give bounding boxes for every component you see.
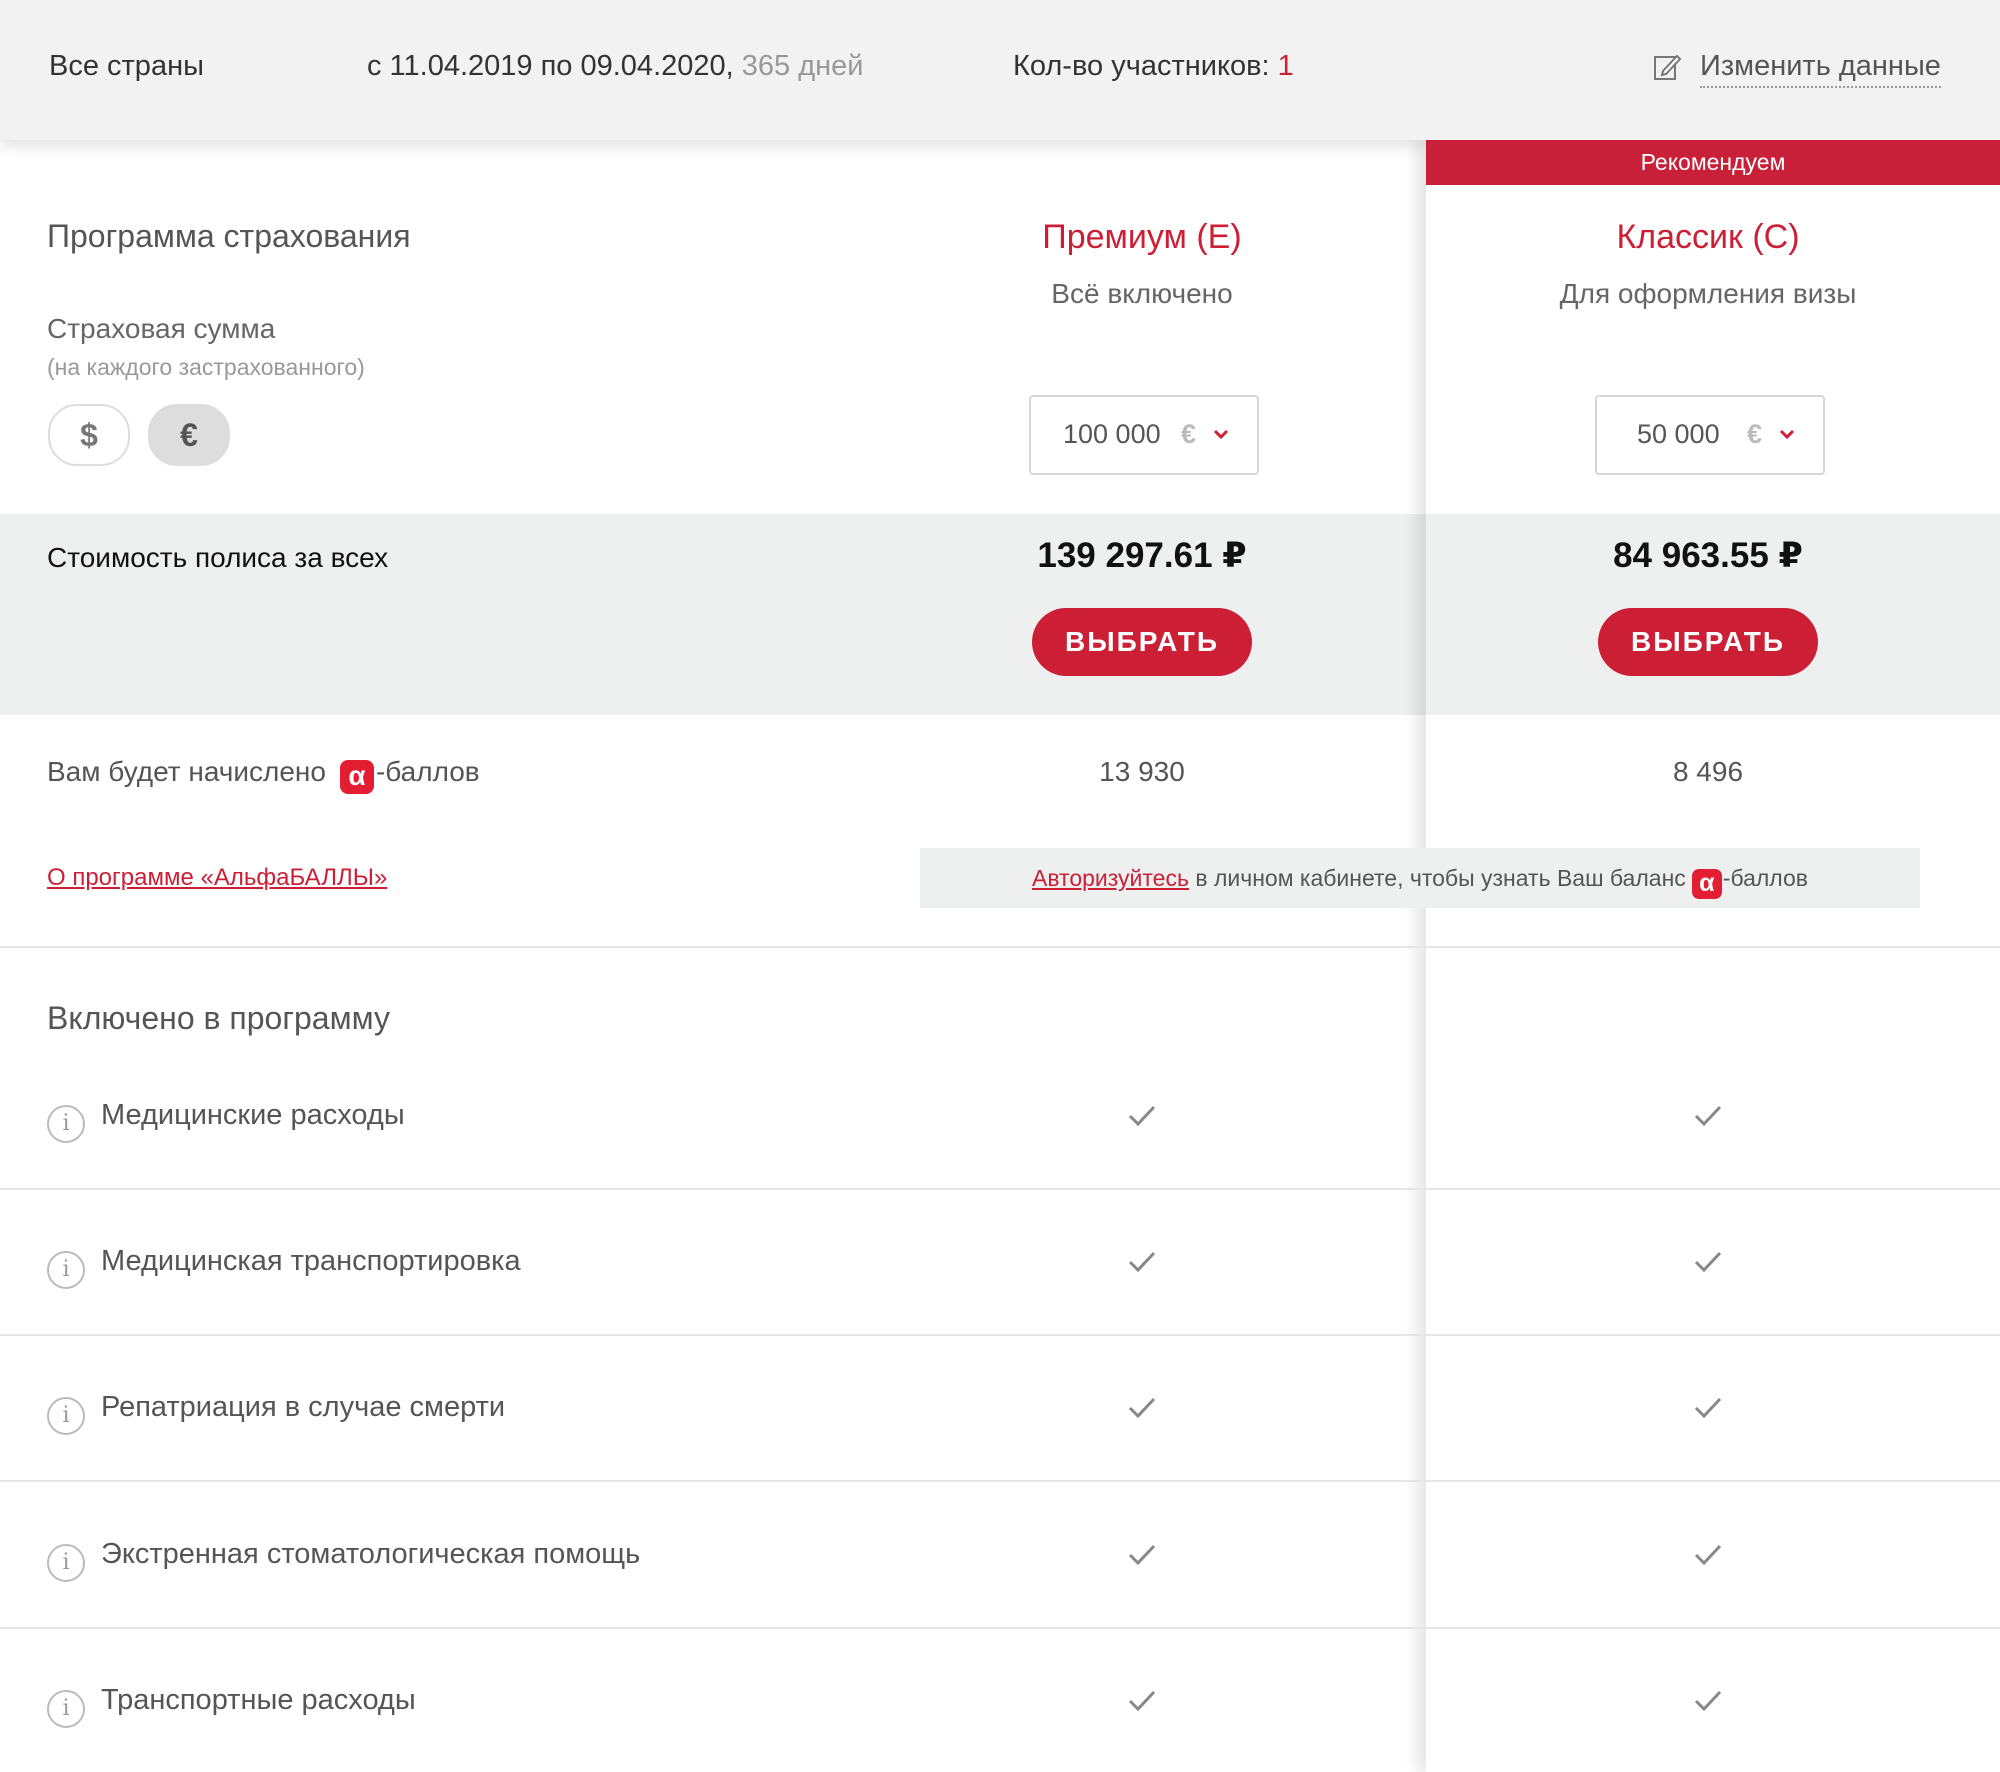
feature-row: i Медицинские расходы (47, 1099, 405, 1143)
info-icon[interactable]: i (47, 1251, 85, 1289)
divider (0, 946, 2000, 948)
included-title: Включено в программу (47, 1000, 390, 1036)
check-icon (1128, 1690, 1156, 1712)
info-icon[interactable]: i (47, 1544, 85, 1582)
check-icon (1694, 1105, 1722, 1127)
divider (0, 1480, 2000, 1482)
search-summary-bar: Все страны с 11.04.2019 по 09.04.2020, 3… (0, 0, 2000, 140)
check-icon (1128, 1251, 1156, 1273)
divider (0, 1334, 2000, 1336)
pencil-icon (1654, 54, 1682, 80)
divider (0, 1627, 2000, 1629)
feature-row: i Транспортные расходы (47, 1684, 416, 1728)
info-icon[interactable]: i (47, 1690, 85, 1728)
check-icon (1128, 1544, 1156, 1566)
participants-label: Кол-во участников: 1 (1013, 50, 1294, 82)
check-icon (1694, 1397, 1722, 1419)
participants-count: 1 (1277, 50, 1294, 82)
countries-label: Все страны (49, 50, 204, 82)
dates-label: с 11.04.2019 по 09.04.2020, 365 дней (367, 50, 864, 82)
feature-row: i Медицинская транспортировка (47, 1245, 521, 1289)
edit-data-link[interactable]: Изменить данные (1652, 50, 1941, 88)
feature-row: i Репатриация в случае смерти (47, 1391, 505, 1435)
check-icon (1694, 1251, 1722, 1273)
check-icon (1694, 1544, 1722, 1566)
alpha-logo-icon: α (1691, 869, 1722, 899)
recommended-badge: Рекомендуем (1426, 140, 2000, 185)
check-icon (1128, 1397, 1156, 1419)
divider (0, 1188, 2000, 1190)
feature-row: i Экстренная стоматологическая помощь (47, 1538, 640, 1582)
info-icon[interactable]: i (47, 1397, 85, 1435)
check-icon (1694, 1690, 1722, 1712)
authorize-link[interactable]: Авторизуйтесь (1032, 865, 1189, 891)
auth-notice: Авторизуйтесь в личном кабинете, чтобы у… (920, 848, 1920, 908)
info-icon[interactable]: i (47, 1105, 85, 1143)
check-icon (1128, 1105, 1156, 1127)
